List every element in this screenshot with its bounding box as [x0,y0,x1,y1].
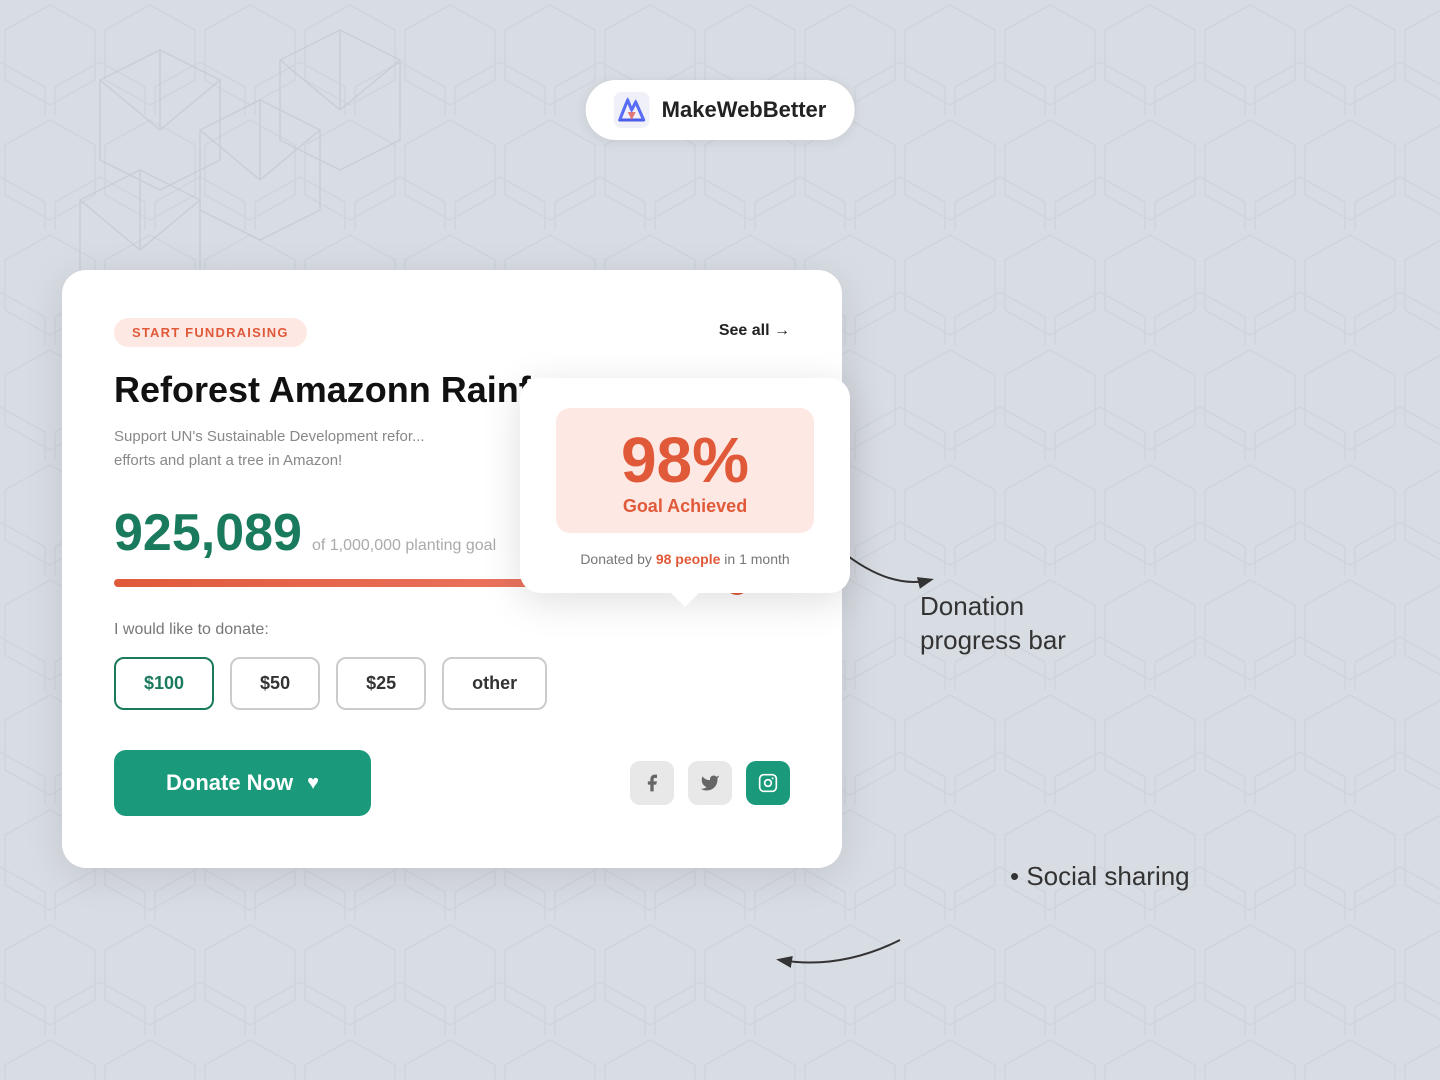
bullet-dot: • [1010,861,1026,891]
donate-label: I would like to donate: [114,621,790,639]
campaign-description: Support UN's Sustainable Development ref… [114,425,584,473]
donate-button-label: Donate Now [166,770,293,796]
see-all-link[interactable]: See all → [719,322,790,340]
social-sharing-arrow [760,920,920,1000]
twitter-icon [700,773,720,793]
amount-number: 925,089 [114,503,302,563]
annotation-progress-text: Donation progress bar [920,591,1066,655]
percent-background: 98% Goal Achieved [556,408,814,533]
amount-buttons: $100 $50 $25 other [114,657,790,710]
donate-now-button[interactable]: Donate Now ♥ [114,750,371,816]
donated-people: 98 people [656,551,721,567]
bottom-row: Donate Now ♥ [114,750,790,816]
fundraising-badge: START FUNDRAISING [114,318,307,347]
percent-card: 98% Goal Achieved Donated by 98 people i… [520,378,850,593]
facebook-icon-button[interactable] [630,761,674,805]
amount-goal: of 1,000,000 planting goal [312,537,496,555]
social-icons [630,761,790,805]
heart-icon: ♥ [307,772,319,795]
annotation-social-text: Social sharing [1026,861,1189,891]
logo-pill: MakeWebBetter [586,80,855,140]
percent-number: 98% [556,428,814,492]
amount-button-50[interactable]: $50 [230,657,320,710]
annotation-social-sharing: • Social sharing [1010,860,1190,894]
twitter-icon-button[interactable] [688,761,732,805]
amount-button-other[interactable]: other [442,657,547,710]
donated-pre: Donated by [580,551,656,567]
instagram-icon-button[interactable] [746,761,790,805]
instagram-icon [758,773,778,793]
amount-button-100[interactable]: $100 [114,657,214,710]
facebook-icon [642,773,662,793]
logo-text: MakeWebBetter [662,97,827,123]
donated-post: in 1 month [720,551,789,567]
amount-button-25[interactable]: $25 [336,657,426,710]
donated-text: Donated by 98 people in 1 month [556,551,814,567]
logo-icon [614,92,650,128]
annotation-progress-bar: Donation progress bar [920,590,1066,658]
percent-label: Goal Achieved [556,496,814,517]
